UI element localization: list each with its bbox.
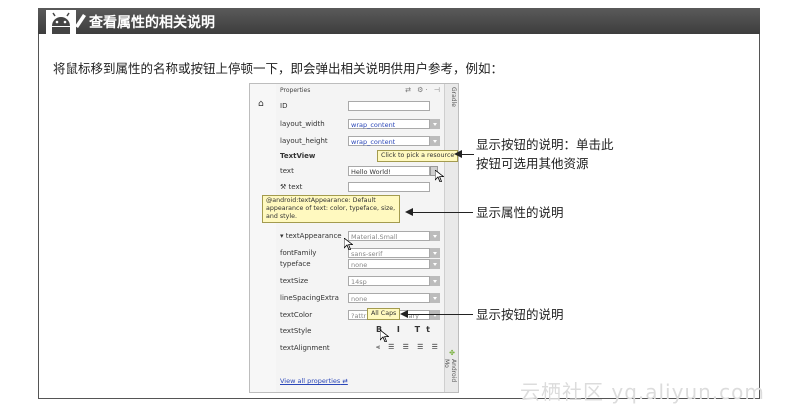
properties-screenshot: ⌂ Properties ⇄ ⚙· ⊣ ID layout_width wrap… xyxy=(249,83,459,393)
section-header: 查看属性的相关说明 xyxy=(38,8,760,34)
android-model-tab[interactable]: Android Mo xyxy=(443,359,457,392)
prop-value-id[interactable] xyxy=(348,101,430,111)
gutter-icon: ⌂ xyxy=(258,99,264,109)
prop-name-layout-height: layout_height xyxy=(280,137,328,145)
dropdown-layout-height[interactable] xyxy=(430,136,440,146)
line-button-callout xyxy=(462,154,474,155)
prop-value-textsize[interactable]: 14sp xyxy=(348,276,430,286)
annotation-button-line1: 显示按钮的说明：单击此 xyxy=(476,137,614,152)
android-icon xyxy=(46,10,76,34)
view-all-properties-link[interactable]: View all properties ⇄ xyxy=(280,377,348,385)
prop-name-linespacingextra: lineSpacingExtra xyxy=(280,294,339,302)
prop-name-textappearance-label: textAppearance xyxy=(285,232,342,240)
annotation-attr: 显示属性的说明 xyxy=(476,205,564,220)
prop-name-text: text xyxy=(280,167,294,175)
prop-value-tools-text[interactable] xyxy=(348,182,430,192)
line-button2-callout xyxy=(408,314,473,315)
pencil-icon xyxy=(75,14,86,28)
mouse-cursor-icon-3 xyxy=(380,330,389,342)
prop-value-textappearance[interactable]: Material.Small xyxy=(348,231,430,241)
tooltip-textappearance: @android:textAppearance: Default appeara… xyxy=(262,195,400,223)
dropdown-textappearance[interactable] xyxy=(430,231,440,241)
prop-name-layout-width: layout_width xyxy=(280,120,325,128)
dropdown-linespacingextra[interactable] xyxy=(430,293,440,303)
gradle-tab[interactable]: Gradle xyxy=(450,87,457,107)
tooltip-allcaps: All Caps xyxy=(367,308,401,320)
dropdown-fontfamily[interactable] xyxy=(430,248,440,258)
prop-name-textcolor: textColor xyxy=(280,311,313,319)
watermark: 云栖社区 yq.aliyun.com xyxy=(520,380,765,404)
editor-gutter: ⌂ xyxy=(250,84,277,392)
prop-value-text[interactable]: Hello World! xyxy=(348,166,430,176)
arrow-button-callout xyxy=(454,150,462,158)
prop-value-textcolor-end: ary xyxy=(408,312,419,320)
prop-name-tools-text: ⚒ text xyxy=(280,183,303,191)
dropdown-typeface[interactable] xyxy=(430,259,440,269)
view-all-label: View all properties xyxy=(280,377,341,385)
mouse-cursor-icon xyxy=(435,170,444,182)
properties-toolbar[interactable]: ⇄ ⚙· ⊣ xyxy=(405,86,442,94)
section-title: 查看属性的相关说明 xyxy=(89,15,215,31)
prop-value-layout-height[interactable]: wrap_content xyxy=(348,136,430,146)
dropdown-textcolor[interactable] xyxy=(430,310,440,320)
side-tool-strip: Gradle ✤ Android Mo xyxy=(443,84,458,392)
prop-name-fontfamily: fontFamily xyxy=(280,249,317,257)
prop-value-typeface[interactable]: none xyxy=(348,259,430,269)
prop-name-textsize: textSize xyxy=(280,277,309,285)
prop-name-textappearance: ▾ textAppearance xyxy=(280,232,342,240)
section-textview: TextView xyxy=(280,152,316,160)
prop-value-linespacingextra[interactable]: none xyxy=(348,293,430,303)
arrow-button2-callout xyxy=(400,310,408,318)
dropdown-layout-width[interactable] xyxy=(430,119,440,129)
properties-title: Properties xyxy=(280,87,311,94)
prop-name-textstyle: textStyle xyxy=(280,327,312,335)
properties-pane: Properties ⇄ ⚙· ⊣ ID layout_width wrap_c… xyxy=(276,84,446,392)
mouse-cursor-icon-2 xyxy=(344,238,353,250)
annotation-button2: 显示按钮的说明 xyxy=(476,307,564,322)
prop-value-fontfamily[interactable]: sans-serif xyxy=(348,248,430,258)
arrow-attr-callout xyxy=(405,208,413,216)
line-attr-callout xyxy=(413,212,473,213)
android-model-icon: ✤ xyxy=(449,349,455,357)
prop-name-textalignment: textAlignment xyxy=(280,344,330,352)
tooltip-pick-resource: Click to pick a resource xyxy=(377,150,458,162)
prop-name-id: ID xyxy=(280,102,288,110)
dropdown-textsize[interactable] xyxy=(430,276,440,286)
prop-name-typeface: typeface xyxy=(280,260,311,268)
intro-text: 将鼠标移到属性的名称或按钮上停顿一下，即会弹出相关说明供用户参考，例如： xyxy=(53,61,504,76)
prop-value-layout-width[interactable]: wrap_content xyxy=(348,119,430,129)
annotation-button-line2: 按钮可选用其他资源 xyxy=(476,156,589,171)
annotation-button-resource: 显示按钮的说明：单击此 按钮可选用其他资源 xyxy=(476,135,614,173)
prop-value-textcolor-start: ?attr xyxy=(351,312,367,320)
prop-name-tools-text-label: text xyxy=(288,183,303,191)
textalignment-buttons[interactable]: ⫷ ☰ ☰ ☰ ☰ xyxy=(376,343,441,352)
